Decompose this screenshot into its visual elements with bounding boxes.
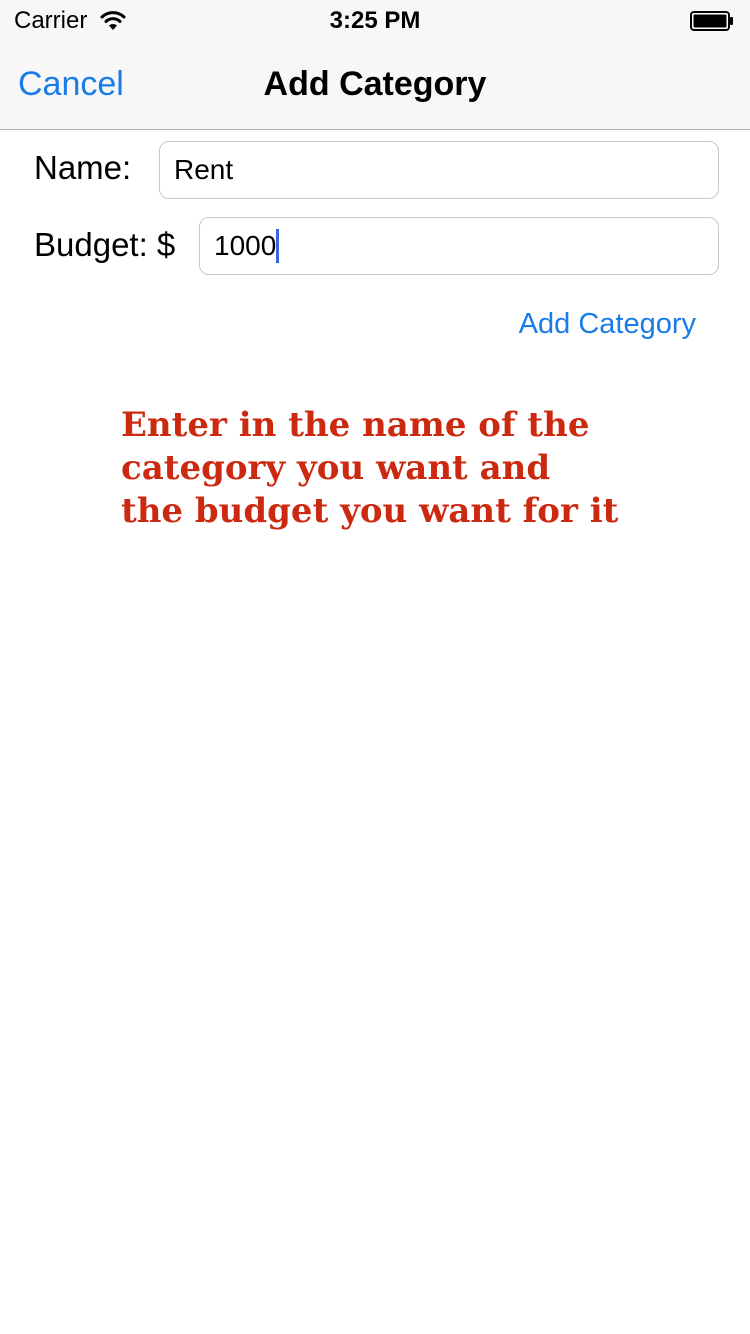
- budget-field-value: 1000: [214, 230, 277, 261]
- name-label: Name:: [34, 149, 132, 186]
- status-time: 3:25 PM: [329, 7, 421, 34]
- text-cursor: [276, 228, 280, 263]
- instruction-line: the budget you want for it: [121, 491, 619, 531]
- instruction-text: Enter in the name of the category you wa…: [121, 404, 681, 533]
- instruction-line: Enter in the name of the: [121, 405, 590, 445]
- name-field[interactable]: Rent: [159, 141, 719, 199]
- page-title: Add Category: [263, 65, 487, 103]
- instruction-line: category you want and: [121, 448, 551, 488]
- status-bar: Carrier 3:25 PM: [0, 0, 750, 40]
- navigation-bar: Cancel Add Category: [0, 40, 750, 130]
- budget-field[interactable]: 1000: [199, 217, 719, 275]
- battery-icon: [690, 11, 733, 31]
- add-category-button[interactable]: Add Category: [480, 304, 696, 344]
- budget-label: Budget: $: [34, 226, 176, 263]
- name-field-value: Rent: [174, 154, 234, 185]
